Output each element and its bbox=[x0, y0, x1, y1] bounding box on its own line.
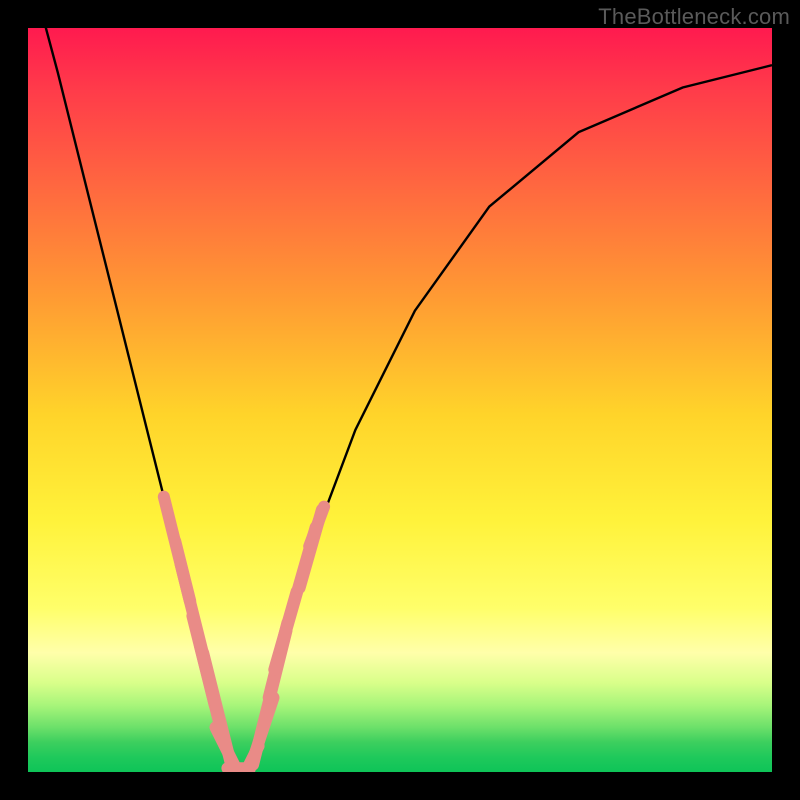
plot-area bbox=[28, 28, 772, 772]
overlay-segment bbox=[309, 507, 324, 547]
watermark-text: TheBottleneck.com bbox=[598, 4, 790, 30]
chart-svg bbox=[28, 28, 772, 772]
bottleneck-curve bbox=[28, 28, 772, 772]
outer-frame: TheBottleneck.com bbox=[0, 0, 800, 800]
overlay-segments-group bbox=[164, 497, 324, 772]
